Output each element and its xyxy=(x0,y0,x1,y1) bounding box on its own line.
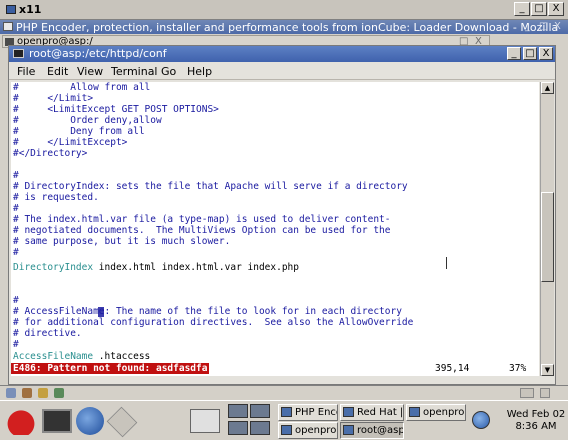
clock-date: Wed Feb 02 xyxy=(506,409,566,420)
menu-file[interactable]: File xyxy=(17,65,35,78)
x11-icon xyxy=(6,5,16,14)
taskbar-button-redhat[interactable]: Red Hat | Tl xyxy=(340,404,404,421)
terminal-minimize-button[interactable]: _ xyxy=(507,47,521,60)
email-launcher-icon[interactable] xyxy=(106,406,138,438)
terminal-line: # xyxy=(13,203,19,214)
terminal-line: # AccessFileName: The name of the file t… xyxy=(13,306,402,317)
terminal-icon xyxy=(13,49,24,58)
menu-go[interactable]: Go xyxy=(161,65,176,78)
window-icon xyxy=(281,407,292,417)
terminal-line: # Allow from all xyxy=(13,82,151,93)
terminal-line: # xyxy=(13,170,19,181)
mozilla-titlebar: PHP Encoder, protection, installer and p… xyxy=(0,20,568,34)
navigator-icon[interactable] xyxy=(6,388,16,398)
x11-title: x11 xyxy=(6,3,41,16)
mozilla-icon xyxy=(3,22,13,31)
terminal-line: # xyxy=(13,247,19,258)
mozilla-status-strip xyxy=(0,385,568,400)
mozilla-minimize-button[interactable]: _ xyxy=(525,21,530,32)
clock[interactable]: Wed Feb 02 8:36 AM xyxy=(506,409,566,433)
directive-key: DirectoryIndex xyxy=(13,262,94,273)
browser-launcher-icon[interactable] xyxy=(76,407,104,435)
directive-key: AccessFileName xyxy=(13,351,94,362)
terminal-line: # Deny from all xyxy=(13,126,145,137)
scroll-percent: 37% xyxy=(509,363,527,374)
clock-time: 8:36 AM xyxy=(515,421,557,432)
window-icon xyxy=(281,425,292,435)
window-icon xyxy=(343,425,354,435)
terminal-scrollbar[interactable]: ▲ ▼ xyxy=(540,82,554,376)
access-file-name-line: AccessFileName .htaccess xyxy=(13,351,151,363)
terminal-line: # same purpose, but it is much slower. xyxy=(13,236,231,247)
mozilla-close-button[interactable]: X xyxy=(554,21,561,32)
terminal-line: # </LimitExcept> xyxy=(13,137,128,148)
x11-maximize-button[interactable]: □ xyxy=(531,2,547,16)
terminal-launcher-icon[interactable] xyxy=(42,409,72,433)
x11-close-button[interactable]: X xyxy=(548,2,564,16)
directory-index-line: DirectoryIndex index.html index.html.var… xyxy=(13,262,299,274)
addressbook-icon[interactable] xyxy=(54,388,64,398)
redhat-main-menu-icon[interactable] xyxy=(4,407,38,435)
text-cursor xyxy=(98,307,104,317)
terminal-line: # <LimitExcept GET POST OPTIONS> xyxy=(13,104,219,115)
mail-icon[interactable] xyxy=(22,388,32,398)
window-icon xyxy=(343,407,354,417)
terminal-line: # xyxy=(13,339,19,350)
vim-status-line: E486: Pattern not found: asdfasdfa 395,1… xyxy=(11,363,539,375)
update-agent-icon[interactable] xyxy=(472,411,490,429)
taskbar: PHP Encod Red Hat | Tl openpro@a: openpr… xyxy=(0,400,568,440)
window-icon xyxy=(409,407,420,417)
terminal-screen[interactable]: # Allow from all # </Limit> # <LimitExce… xyxy=(11,82,539,376)
terminal-line: # Order deny,allow xyxy=(13,115,162,126)
workspace-2[interactable] xyxy=(250,404,270,418)
printer-icon[interactable] xyxy=(190,409,220,433)
terminal-title: root@asp:/etc/httpd/conf xyxy=(29,47,167,60)
error-message: E486: Pattern not found: asdfasdfa xyxy=(11,363,210,374)
terminal-window: root@asp:/etc/httpd/conf _ □ X File Edit… xyxy=(8,45,556,385)
workspace-3[interactable] xyxy=(228,421,248,435)
menu-edit[interactable]: Edit xyxy=(47,65,68,78)
menu-terminal[interactable]: Terminal xyxy=(111,65,158,78)
terminal-line: #</Directory> xyxy=(13,148,88,159)
scroll-down-arrow-icon[interactable]: ▼ xyxy=(541,364,554,376)
scroll-thumb[interactable] xyxy=(541,192,554,282)
taskbar-button-root-terminal[interactable]: root@asp:/e xyxy=(340,422,404,439)
security-icon[interactable] xyxy=(520,388,534,398)
terminal-line: # DirectoryIndex: sets the file that Apa… xyxy=(13,181,408,192)
cursor-position: 395,14 xyxy=(435,363,470,374)
taskbar-button-php-encoder[interactable]: PHP Encod xyxy=(278,404,338,421)
mozilla-title: PHP Encoder, protection, installer and p… xyxy=(16,21,559,34)
terminal-line: # xyxy=(13,295,19,306)
terminal-line: # for additional configuration directive… xyxy=(13,317,414,328)
mozilla-maximize-button[interactable]: □ xyxy=(539,21,548,32)
directive-value: index.html index.html.var index.php xyxy=(93,262,299,273)
terminal-menubar: File Edit View Terminal Go Help xyxy=(9,63,555,80)
terminal-titlebar: root@asp:/etc/httpd/conf _ □ X xyxy=(9,46,555,62)
terminal-close-button[interactable]: X xyxy=(539,47,553,60)
terminal-line: # directive. xyxy=(13,328,82,339)
terminal-line: # negotiated documents. The MultiViews O… xyxy=(13,225,391,236)
terminal-line: # is requested. xyxy=(13,192,99,203)
ibeam-cursor-icon xyxy=(446,257,447,269)
taskbar-button-openpro-1[interactable]: openpro@a: xyxy=(406,404,466,421)
composer-icon[interactable] xyxy=(38,388,48,398)
terminal-line: # </Limit> xyxy=(13,93,94,104)
scroll-up-arrow-icon[interactable]: ▲ xyxy=(541,82,554,94)
taskbar-button-openpro-2[interactable]: openpro@a xyxy=(278,422,338,439)
online-status-icon xyxy=(540,388,550,398)
menu-view[interactable]: View xyxy=(77,65,103,78)
terminal-line: # The index.html.var file (a type-map) i… xyxy=(13,214,391,225)
x11-minimize-button[interactable]: _ xyxy=(514,2,530,16)
terminal-maximize-button[interactable]: □ xyxy=(523,47,537,60)
directive-value: .htaccess xyxy=(93,351,151,362)
workspace-1[interactable] xyxy=(228,404,248,418)
menu-help[interactable]: Help xyxy=(187,65,212,78)
x11-titlebar: x11 _ □ X xyxy=(0,0,568,20)
workspace-4[interactable] xyxy=(250,421,270,435)
